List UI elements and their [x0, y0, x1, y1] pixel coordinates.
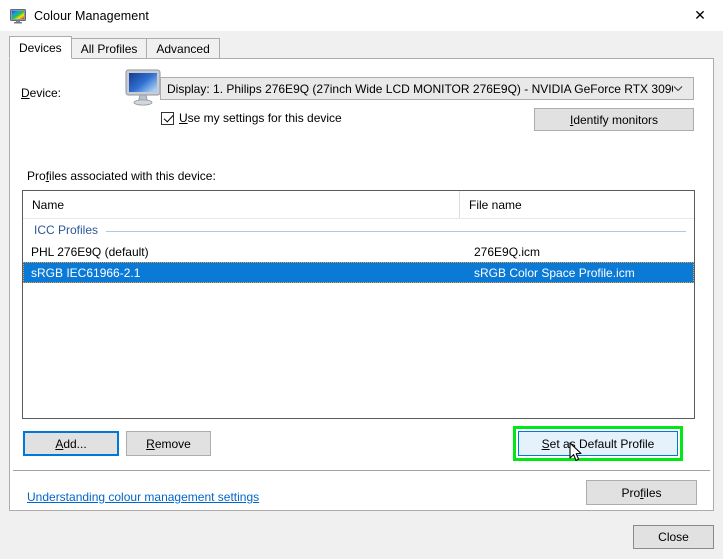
profiles-caption: Profiles associated with this device: [27, 169, 216, 183]
section-divider [13, 470, 710, 471]
help-link[interactable]: Understanding colour management settings [27, 490, 259, 504]
close-button[interactable]: Close [633, 525, 714, 549]
window-title: Colour Management [34, 8, 149, 23]
table-row[interactable]: PHL 276E9Q (default) 276E9Q.icm [23, 241, 694, 262]
remove-button-label: Remove [146, 436, 191, 451]
device-dropdown[interactable]: Display: 1. Philips 276E9Q (27inch Wide … [160, 77, 694, 100]
profile-file-name: 276E9Q.icm [474, 244, 541, 259]
set-as-default-profile-button[interactable]: Set as Default Profile [518, 431, 678, 456]
tab-all-profiles[interactable]: All Profiles [70, 38, 148, 59]
tab-advanced[interactable]: Advanced [146, 38, 220, 59]
colour-management-monitor-icon [10, 8, 26, 24]
identify-monitors-button[interactable]: Identify monitors [534, 108, 694, 131]
use-my-settings-label: Use my settings for this device [179, 111, 342, 125]
table-row[interactable]: sRGB IEC61966-2.1 sRGB Color Space Profi… [23, 262, 694, 283]
tab-devices[interactable]: Devices [9, 36, 72, 59]
header-separator [23, 218, 694, 219]
checkbox-icon[interactable] [161, 111, 174, 125]
chevron-down-icon [673, 85, 687, 92]
device-label: Device: [21, 86, 62, 100]
profile-file-name: sRGB Color Space Profile.icm [474, 265, 635, 280]
device-dropdown-value: Display: 1. Philips 276E9Q (27inch Wide … [167, 81, 673, 96]
add-button-label: Add... [55, 436, 87, 451]
profiles-button-label: Profiles [621, 485, 662, 500]
group-header-label: ICC Profiles [34, 223, 99, 237]
add-button[interactable]: Add... [23, 431, 119, 456]
profiles-button[interactable]: Profiles [586, 480, 697, 505]
column-header-name[interactable]: Name [23, 191, 459, 219]
remove-button[interactable]: Remove [126, 431, 211, 456]
set-as-default-profile-label: Set as Default Profile [541, 436, 655, 451]
tab-strip: Devices All Profiles Advanced [9, 36, 714, 59]
use-my-settings-checkbox-row[interactable]: Use my settings for this device [161, 111, 342, 125]
profile-name: sRGB IEC61966-2.1 [31, 265, 141, 280]
profiles-list[interactable]: Name File name ICC Profiles PHL 276E9Q (… [22, 190, 695, 419]
column-header-file-name[interactable]: File name [459, 191, 694, 219]
profile-name: PHL 276E9Q (default) [31, 244, 149, 259]
group-header-icc-profiles: ICC Profiles [23, 219, 694, 241]
close-icon[interactable]: ✕ [677, 0, 723, 31]
title-bar: Colour Management ✕ [0, 0, 723, 31]
identify-monitors-label: Identify monitors [569, 112, 659, 127]
group-header-rule [106, 230, 686, 232]
profiles-list-header: Name File name [23, 191, 694, 219]
